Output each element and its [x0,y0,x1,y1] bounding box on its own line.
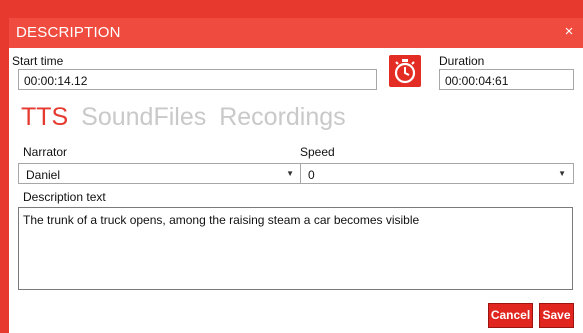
duration-input[interactable]: 00:00:04:61 [439,69,574,90]
description-textarea[interactable]: The trunk of a truck opens, among the ra… [18,207,573,290]
speed-select[interactable]: 0 ▼ [300,163,574,184]
dialog-titlebar: DESCRIPTION × [9,18,583,48]
cancel-button[interactable]: Cancel [488,303,533,328]
dialog-title: DESCRIPTION [16,24,121,41]
tab-soundfiles[interactable]: SoundFiles [81,103,206,131]
stopwatch-button[interactable] [389,55,421,87]
description-label: Description text [23,190,106,204]
chevron-down-icon: ▼ [558,169,566,178]
source-tabs: TTS SoundFiles Recordings [21,103,352,132]
chevron-down-icon: ▼ [286,169,294,178]
speed-value: 0 [308,168,315,182]
tab-recordings[interactable]: Recordings [219,103,345,131]
stopwatch-icon [394,59,416,84]
narrator-label: Narrator [23,145,68,159]
duration-label: Duration [439,54,485,68]
tab-tts[interactable]: TTS [21,103,68,131]
speed-label: Speed [300,145,335,159]
close-icon[interactable]: × [561,24,577,40]
description-dialog: DESCRIPTION × Start time 00:00:14.12 Dur… [9,18,583,333]
save-button[interactable]: Save [539,303,574,328]
start-time-input[interactable]: 00:00:14.12 [18,69,377,90]
narrator-select[interactable]: Daniel ▼ [18,163,302,184]
start-time-label: Start time [12,54,64,68]
narrator-value: Daniel [26,168,61,182]
